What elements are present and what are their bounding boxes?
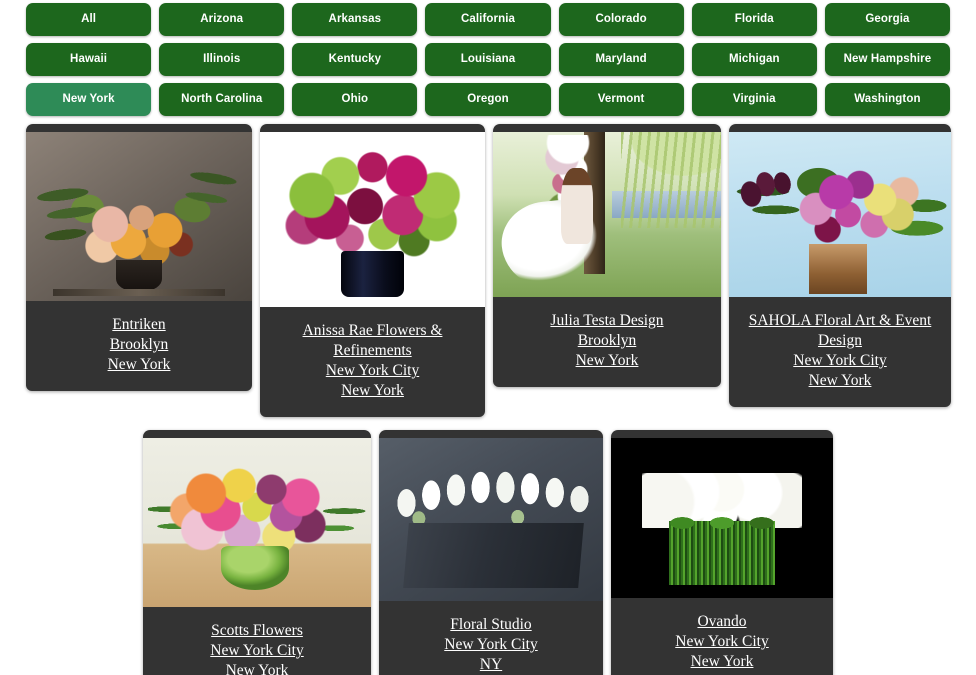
filter-button-colorado[interactable]: Colorado [558,3,684,36]
florist-name-link-line: Entriken [34,315,244,335]
florist-gallery: Entriken Brooklyn New York Anissa Rae Flowe… [0,124,976,675]
florist-name-link-line: Anissa Rae Flowers & Refinements [268,321,477,361]
filter-button-all[interactable]: All [26,3,152,36]
filter-button-washington[interactable]: Washington [824,83,950,116]
florist-photo-entriken[interactable] [26,132,252,301]
florist-state-link-line: New York [619,652,825,672]
florist-name-link[interactable]: Scotts Flowers [211,622,303,639]
florist-name-link[interactable]: SAHOLA Floral Art & Event Design [749,312,932,349]
photo-detail-tulips [390,464,597,530]
gallery-row: Scotts Flowers New York City New York Flora… [26,430,950,675]
florist-city-link-line: New York City [737,351,943,371]
photo-detail-table [53,289,225,296]
filter-button-michigan[interactable]: Michigan [691,43,817,76]
filter-button-illinois[interactable]: Illinois [159,43,285,76]
filter-button-arizona[interactable]: Arizona [159,3,285,36]
florist-photo-anissa-rae-flowers-refinements[interactable] [260,132,485,307]
florist-state-link-line: NY [387,655,595,675]
florist-card-scotts-flowers[interactable]: Scotts Flowers New York City New York [143,430,371,675]
filter-button-maryland[interactable]: Maryland [558,43,684,76]
filter-button-california[interactable]: California [425,3,551,36]
photo-detail-bowl [220,546,289,591]
florist-state-link[interactable]: NY [480,656,502,673]
florist-card-julia-testa-design[interactable]: Julia Testa Design Brooklyn New York [493,124,721,387]
photo-detail-figure [561,168,594,245]
florist-card-ovando[interactable]: Ovando New York City New York [611,430,833,675]
florist-city-link[interactable]: Brooklyn [578,332,637,349]
florist-photo-scotts-flowers[interactable] [143,438,371,607]
florist-city-link[interactable]: New York City [793,352,886,369]
florist-name-link-line: SAHOLA Floral Art & Event Design [737,311,943,351]
florist-caption-scotts-flowers: Scotts Flowers New York City New York [143,607,371,675]
florist-name-link[interactable]: Anissa Rae Flowers & Refinements [303,322,443,359]
florist-name-link-line: Floral Studio [387,615,595,635]
florist-photo-julia-testa-design[interactable] [493,132,721,297]
florist-city-link[interactable]: Brooklyn [110,336,169,353]
florist-city-link[interactable]: New York City [675,633,768,650]
filter-button-virginia[interactable]: Virginia [691,83,817,116]
florist-name-link-line: Julia Testa Design [501,311,713,331]
florist-city-link[interactable]: New York City [326,362,419,379]
filter-button-north-carolina[interactable]: North Carolina [159,83,285,116]
florist-photo-floral-studio[interactable] [379,438,603,601]
florist-state-link[interactable]: New York [226,662,289,675]
florist-state-link-line: New York [268,381,477,401]
filter-button-georgia[interactable]: Georgia [824,3,950,36]
florist-state-link-line: New York [737,371,943,391]
florist-caption-floral-studio: Floral Studio New York City NY [379,601,603,675]
florist-card-sahola-floral-art-event-design[interactable]: SAHOLA Floral Art & Event Design New York… [729,124,951,407]
state-filter-bar: All Arizona Arkansas California Colorado Flor… [0,0,976,116]
florist-city-link[interactable]: New York City [210,642,303,659]
filter-button-hawaii[interactable]: Hawaii [26,43,152,76]
photo-detail-vase [341,251,404,297]
florist-caption-anissa-rae-flowers-refinements: Anissa Rae Flowers & Refinements New York… [260,307,485,417]
filter-button-kentucky[interactable]: Kentucky [292,43,418,76]
florist-state-link-line: New York [34,355,244,375]
filter-button-vermont[interactable]: Vermont [558,83,684,116]
filter-button-florida[interactable]: Florida [691,3,817,36]
florist-city-link[interactable]: New York City [444,636,537,653]
florist-name-link[interactable]: Floral Studio [450,616,531,633]
florist-caption-ovando: Ovando New York City New York [611,598,833,675]
florist-name-link[interactable]: Entriken [112,316,165,333]
florist-caption-entriken: Entriken Brooklyn New York [26,301,252,391]
florist-state-link[interactable]: New York [108,356,171,373]
florist-city-link-line: Brooklyn [501,331,713,351]
florist-state-link-line: New York [151,661,363,675]
filter-button-louisiana[interactable]: Louisiana [425,43,551,76]
florist-city-link-line: New York City [151,641,363,661]
florist-card-entriken[interactable]: Entriken Brooklyn New York [26,124,252,391]
florist-caption-sahola-floral-art-event-design: SAHOLA Floral Art & Event Design New York… [729,297,951,407]
photo-detail-blooms [278,149,467,258]
florist-name-link-line: Scotts Flowers [151,621,363,641]
florist-city-link-line: New York City [268,361,477,381]
florist-card-anissa-rae-flowers-refinements[interactable]: Anissa Rae Flowers & Refinements New York… [260,124,485,417]
florist-state-link[interactable]: New York [809,372,872,389]
photo-detail-vase [403,522,584,588]
florist-caption-julia-testa-design: Julia Testa Design Brooklyn New York [493,297,721,387]
florist-state-link[interactable]: New York [341,382,404,399]
florist-city-link-line: New York City [387,635,595,655]
florist-name-link[interactable]: Ovando [697,613,746,630]
filter-button-new-york[interactable]: New York [26,83,152,116]
florist-name-link-line: Ovando [619,612,825,632]
filter-button-oregon[interactable]: Oregon [425,83,551,116]
filter-button-ohio[interactable]: Ohio [292,83,418,116]
filter-button-arkansas[interactable]: Arkansas [292,3,418,36]
florist-photo-sahola-floral-art-event-design[interactable] [729,132,951,297]
florist-city-link-line: Brooklyn [34,335,244,355]
florist-card-floral-studio[interactable]: Floral Studio New York City NY [379,430,603,675]
photo-detail-willow [620,132,721,228]
florist-state-link[interactable]: New York [576,352,639,369]
photo-detail-vase [808,244,867,294]
florist-state-link-line: New York [501,351,713,371]
photo-detail-leafband [659,514,785,531]
florist-photo-ovando[interactable] [611,438,833,598]
filter-button-new-hampshire[interactable]: New Hampshire [824,43,950,76]
photo-detail-vase [116,260,162,291]
florist-city-link-line: New York City [619,632,825,652]
gallery-row: Entriken Brooklyn New York Anissa Rae Flowe… [26,124,951,417]
florist-name-link[interactable]: Julia Testa Design [550,312,663,329]
florist-state-link[interactable]: New York [691,653,754,670]
